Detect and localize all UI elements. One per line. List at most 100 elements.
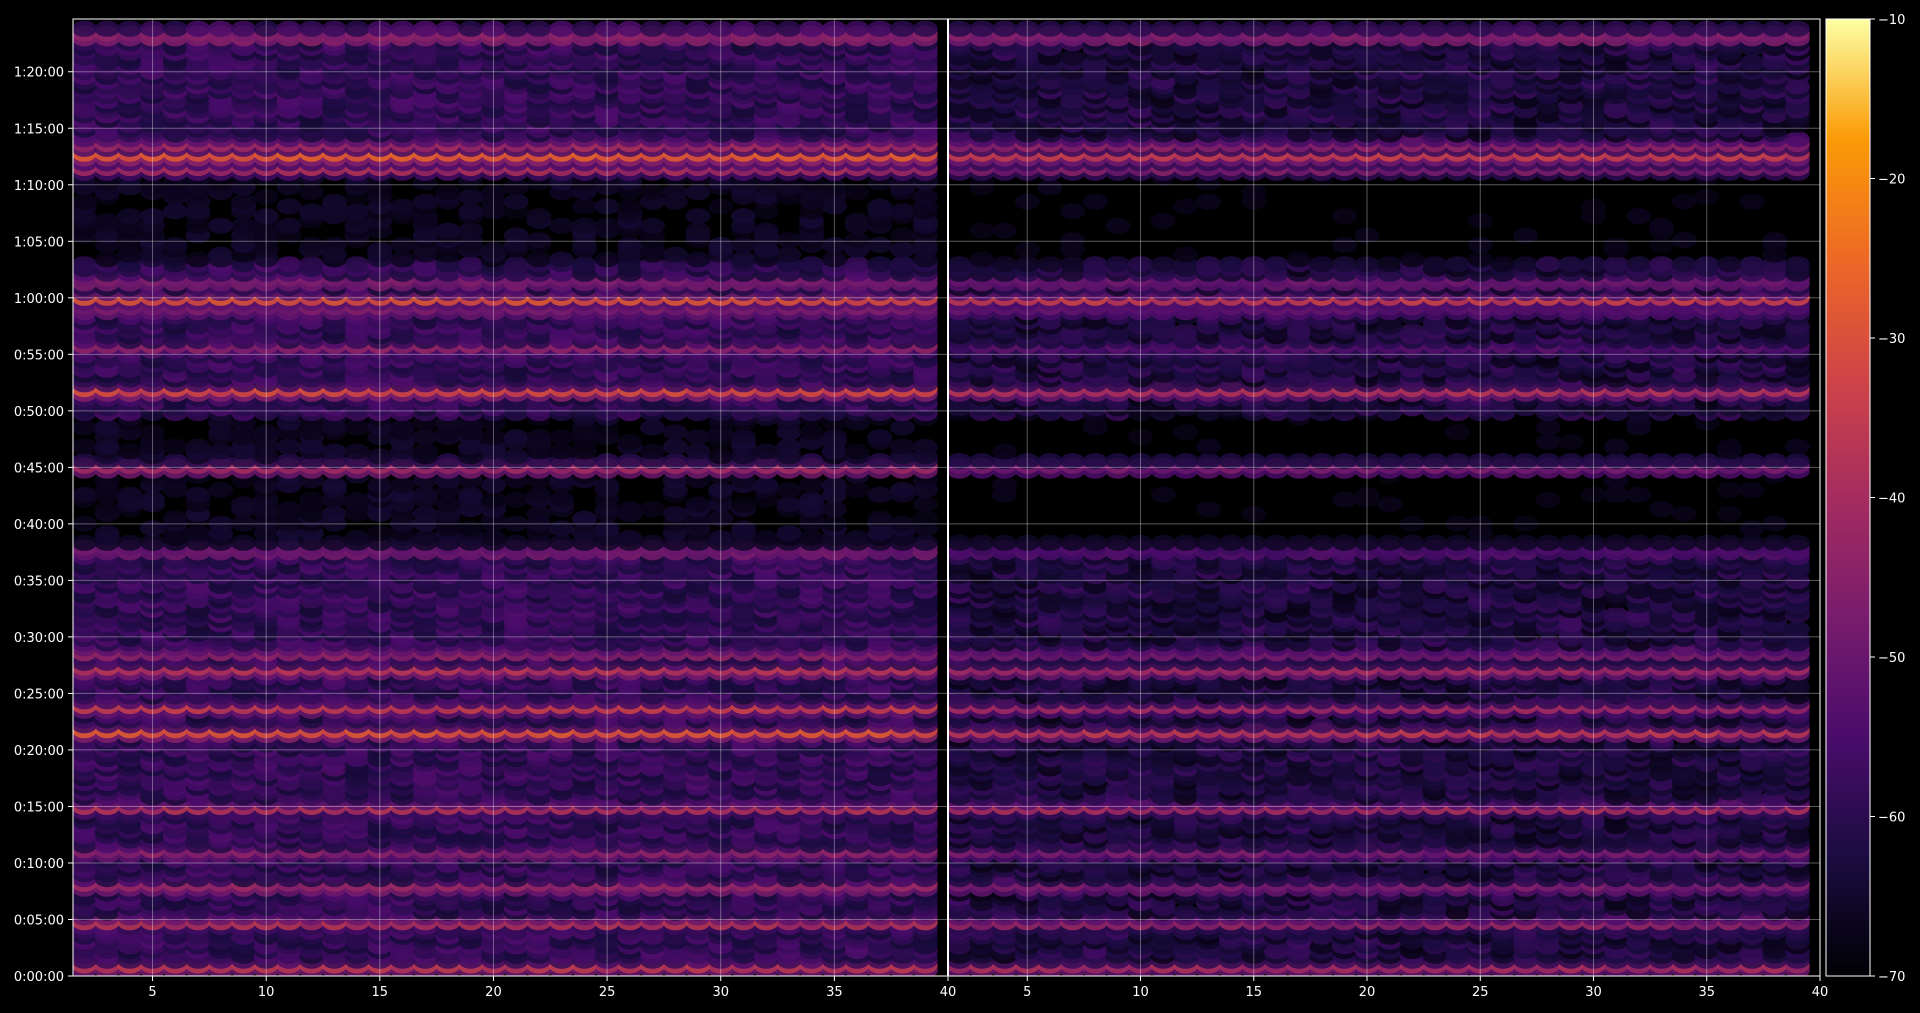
- heatmap-cell: [503, 448, 529, 465]
- heatmap-cell: [276, 438, 302, 455]
- heatmap-cell: [526, 429, 552, 446]
- heatmap-panel-left: [73, 20, 938, 976]
- heatmap-cell: [685, 496, 711, 513]
- heatmap-cell: [94, 501, 120, 518]
- heatmap-cell: [117, 534, 143, 551]
- heatmap-cell: [890, 438, 915, 455]
- heatmap-cell: [890, 482, 915, 498]
- heatmap-cell: [344, 491, 370, 508]
- heatmap-cell: [867, 486, 893, 503]
- heatmap-cell: [617, 501, 643, 518]
- heatmap-cell: [549, 534, 575, 551]
- heatmap-cell: [321, 477, 347, 494]
- heatmap-cell: [526, 486, 552, 503]
- heatmap-cell: [867, 510, 893, 527]
- heatmap-cell: [458, 520, 484, 537]
- heatmap-cell: [617, 453, 643, 470]
- heatmap-cell: [276, 501, 302, 518]
- heatmap-cell: [549, 491, 575, 508]
- heatmap-cell: [776, 525, 802, 542]
- heatmap-cell: [231, 496, 256, 513]
- heatmap-cell: [73, 534, 97, 551]
- heatmap-cell: [662, 438, 688, 455]
- heatmap-figure: 0:00:000:05:000:10:000:15:000:20:000:25:…: [14, 13, 1906, 1000]
- heatmap-cell: [321, 443, 347, 460]
- heatmap-cell: [185, 486, 211, 503]
- heatmap-cell: [435, 453, 461, 470]
- heatmap-cell: [321, 506, 347, 522]
- heatmap-cell: [162, 438, 188, 455]
- heatmap-cell: [799, 530, 825, 546]
- heatmap-cell: [208, 443, 234, 460]
- heatmap-cell: [412, 486, 438, 503]
- heatmap-cell: [549, 443, 575, 460]
- heatmap-cell: [185, 438, 211, 455]
- heatmap-cell: [844, 443, 870, 460]
- heatmap-cell: [73, 438, 97, 455]
- heatmap-cell: [503, 429, 529, 446]
- heatmap-cell: [73, 486, 97, 503]
- heatmap-cell: [73, 453, 97, 470]
- heatmap-cell: [685, 429, 711, 446]
- heatmap-cell: [776, 482, 802, 498]
- heatmap-cell: [94, 419, 120, 436]
- heatmap-cell: [390, 477, 415, 494]
- heatmap-cell: [640, 501, 665, 518]
- heatmap-cell: [844, 530, 870, 546]
- heatmap-cell: [867, 453, 893, 470]
- heatmap-cell: [458, 486, 484, 503]
- heatmap-cell: [844, 482, 870, 498]
- heatmap-cell: [731, 520, 756, 537]
- heatmap-cell: [94, 525, 120, 542]
- heatmap-cell: [117, 443, 143, 460]
- heatmap-cell: [344, 419, 370, 436]
- heatmap-cell: [185, 525, 211, 542]
- heatmap-cell: [617, 433, 643, 450]
- heatmap-cell: [685, 443, 711, 460]
- heatmap-cell: [662, 453, 688, 470]
- heatmap-cell: [549, 520, 575, 537]
- heatmap-cell: [912, 438, 938, 455]
- heatmap-cell: [799, 491, 825, 508]
- heatmap-cell: [753, 477, 779, 494]
- heatmap-cell: [321, 534, 347, 551]
- heatmap-cell: [231, 534, 256, 551]
- heatmap-cell: [799, 477, 825, 494]
- heatmap-cell: [73, 419, 97, 436]
- heatmap-cell: [435, 496, 461, 513]
- heatmap-cell: [571, 510, 597, 527]
- heatmap-cell: [640, 419, 665, 436]
- heatmap-cell: [390, 419, 415, 436]
- heatmap-cell: [912, 510, 938, 527]
- heatmap-cell: [344, 443, 370, 460]
- heatmap-cell: [503, 491, 529, 508]
- heatmap-cell: [662, 424, 688, 441]
- heatmap-cell: [776, 496, 802, 513]
- heatmap-cell: [276, 453, 302, 470]
- heatmap-cell: [162, 453, 188, 470]
- heatmap-cell: [912, 534, 938, 551]
- heatmap-cell: [912, 496, 938, 513]
- heatmap-cell: [344, 530, 370, 546]
- heatmap-cell: [731, 429, 756, 446]
- heatmap-cell: [867, 429, 893, 446]
- heatmap-cell: [753, 530, 779, 546]
- heatmap-cell: [503, 534, 529, 551]
- heatmap-cell: [412, 443, 438, 460]
- heatmap-cell: [640, 443, 665, 460]
- heatmap-cell: [549, 429, 575, 446]
- heatmap-cell: [776, 438, 802, 455]
- heatmap-cell: [412, 530, 438, 546]
- heatmap-cell: [299, 491, 325, 508]
- heatmap-cell: [799, 453, 825, 470]
- heatmap-cell: [799, 424, 825, 441]
- heatmap-cell: [617, 530, 643, 546]
- heatmap-cell: [412, 429, 438, 446]
- heatmap-cell: [412, 506, 438, 522]
- heatmap-cell: [662, 506, 688, 522]
- heatmap-cell: [890, 419, 915, 436]
- heatmap-cell: [117, 486, 143, 503]
- heatmap-cell: [640, 534, 665, 551]
- heatmap-cell: [753, 443, 779, 460]
- heatmap-cell: [162, 510, 188, 527]
